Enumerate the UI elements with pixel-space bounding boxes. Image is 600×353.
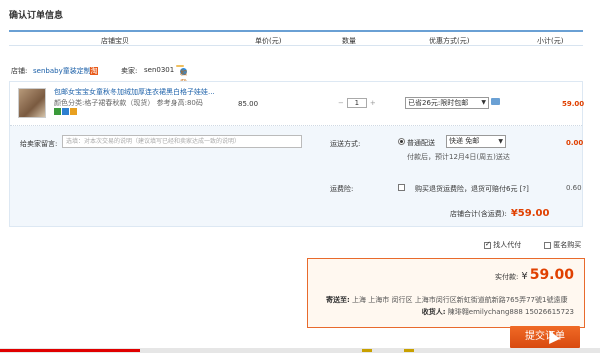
- item-name-link[interactable]: 包邮女宝宝女童秋冬加绒加厚连衣裙黑白格子娃娃...: [54, 88, 229, 97]
- shop-label: 店铺:: [11, 67, 28, 75]
- contact-seller-button[interactable]: 和我联系: [176, 65, 187, 107]
- badge-guarantee-icon: [62, 108, 69, 115]
- order-block: 包邮女宝宝女童秋冬加绒加厚连衣裙黑白格子娃娃... 颜色分类:格子裙春秋款（现货…: [9, 81, 585, 227]
- seller-label: 卖家:: [121, 67, 138, 75]
- shipping-address: 寄送至: 上海 上海市 闵行区 上海市闵行区新虹街道航新路765弄77號1號遠康: [326, 296, 568, 304]
- shipping-option: 普通配送: [407, 139, 435, 147]
- agent-pay-checkbox[interactable]: ✓: [484, 240, 491, 249]
- page-title: 确认订单信息: [9, 11, 64, 21]
- promo-info-icon[interactable]: [491, 98, 500, 105]
- chevron-down-icon: ▼: [481, 99, 486, 106]
- item-subtotal: 59.00: [562, 100, 585, 108]
- quantity-stepper[interactable]: −1 +: [338, 98, 376, 108]
- order-table-header: 店铺宝贝 单价(元) 数量 优惠方式(元) 小计(元): [9, 30, 583, 46]
- shop-badge-icon: 淘: [90, 67, 98, 75]
- agent-pay-option[interactable]: ✓ 找人代付: [484, 240, 521, 250]
- receiver: 收货人: 陳琲翱emilychang888 15026615723: [421, 308, 574, 316]
- item-row: 包邮女宝宝女童秋冬加绒加厚连衣裙黑白格子娃娃... 颜色分类:格子裙春秋款（现货…: [10, 82, 585, 126]
- header-subtotal: 小计(元): [537, 37, 564, 45]
- progress-fill: [0, 349, 140, 352]
- header-price: 单价(元): [255, 37, 282, 45]
- item-price: 85.00: [238, 100, 259, 108]
- shipping-note: 付款后，预计12月4日(周五)送达: [407, 153, 510, 161]
- header-items: 店铺宝贝: [101, 37, 129, 45]
- shipping-select[interactable]: 快递 免邮 ▼: [446, 135, 506, 148]
- shipping-label: 运送方式:: [330, 140, 361, 148]
- progress-marker: [362, 349, 372, 352]
- header-promo: 优惠方式(元): [429, 37, 470, 45]
- qty-decrease-button[interactable]: −: [338, 99, 344, 107]
- message-input[interactable]: 选填：对本次交易的说明（建议填写已经和卖家达成一致的说明）: [62, 135, 302, 148]
- anonymous-option[interactable]: 匿名购买: [544, 240, 581, 250]
- real-payment: 实付款: ¥59.00: [494, 267, 574, 283]
- insurance-label: 运费险:: [330, 185, 354, 193]
- header-qty: 数量: [342, 37, 356, 45]
- shipping-fee: 0.00: [566, 139, 584, 147]
- insurance-fee: 0.60: [566, 184, 582, 192]
- item-badges: [54, 108, 78, 117]
- item-thumbnail[interactable]: [18, 88, 46, 118]
- message-label: 给卖家留言:: [20, 140, 58, 148]
- insurance-checkbox[interactable]: [398, 184, 405, 191]
- insurance-text: 购买退货运费险，退货可赔付6元 [?]: [415, 185, 529, 193]
- promo-select[interactable]: 已省26元:限时包邮 ▼: [405, 97, 489, 109]
- qty-increase-button[interactable]: +: [370, 99, 376, 107]
- qty-input[interactable]: 1: [346, 98, 367, 108]
- badge-credit-icon: [70, 108, 77, 115]
- progress-marker: [404, 349, 414, 352]
- shop-total: 店铺合计(含运费): ¥59.00: [450, 208, 550, 219]
- payment-summary: 实付款: ¥59.00 寄送至: 上海 上海市 闵行区 上海市闵行区新虹街道航新路…: [307, 258, 585, 328]
- anonymous-checkbox[interactable]: [544, 241, 551, 249]
- shipping-radio[interactable]: [398, 138, 405, 145]
- video-progress-bar[interactable]: [0, 348, 600, 353]
- item-sku: 颜色分类:格子裙春秋款（现货） 参考身高:80码: [54, 99, 203, 107]
- badge-7day-icon: [54, 108, 61, 115]
- shop-name-link[interactable]: senbaby童装定制: [33, 66, 91, 76]
- insurance-help-icon[interactable]: [?]: [520, 185, 529, 193]
- seller-name: sen0301: [144, 66, 175, 74]
- shop-row: 店铺: senbaby童装定制 淘 卖家: sen0301 和我联系: [9, 64, 583, 107]
- chevron-down-icon: ▼: [498, 138, 503, 145]
